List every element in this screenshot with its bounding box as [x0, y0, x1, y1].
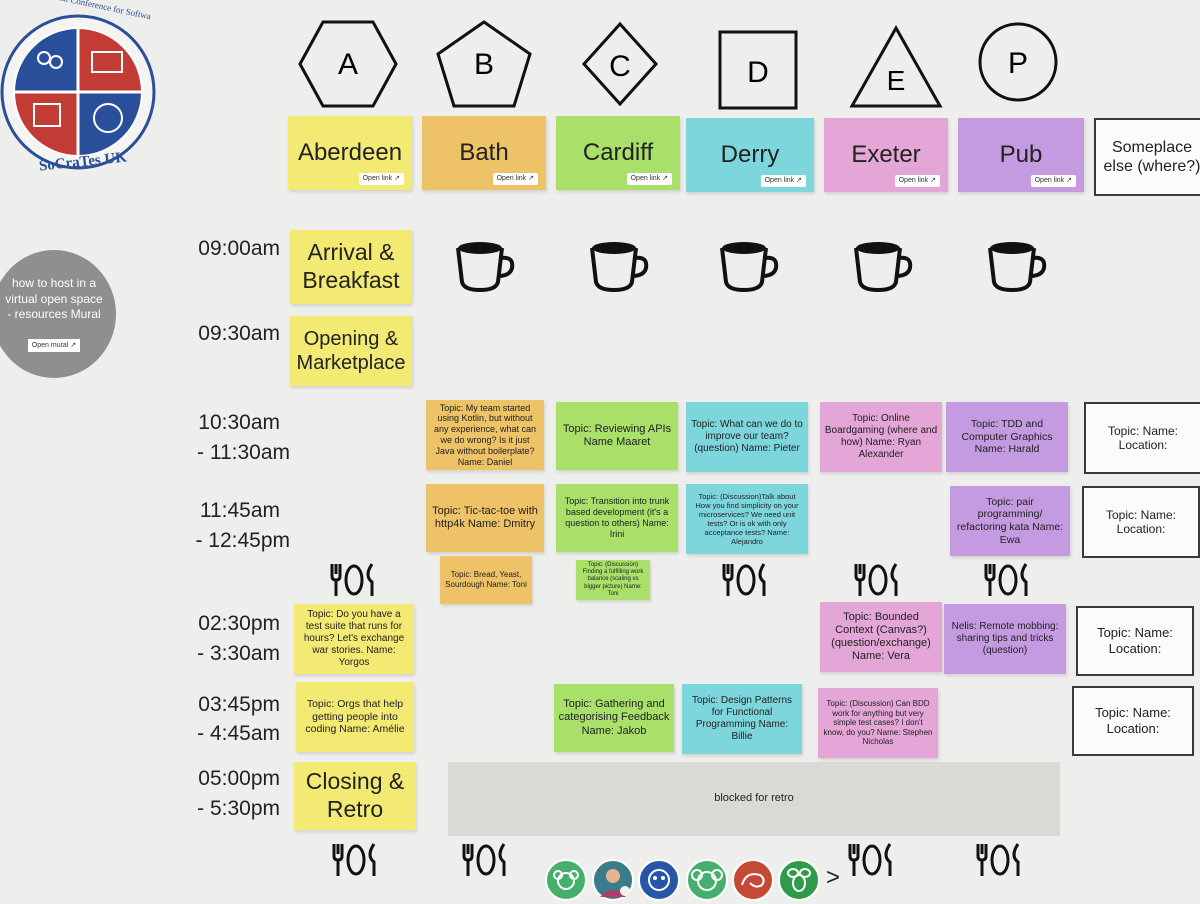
- session-else-1030[interactable]: Topic: Name: Location:: [1084, 402, 1200, 474]
- session-cardiff-0345[interactable]: Topic: Gathering and categorising Feedba…: [554, 684, 674, 752]
- time-0345: 03:45pm: [198, 693, 280, 716]
- socrates-logo: International Conference for Software Cr…: [0, 0, 160, 190]
- fork-knife-icon: [844, 842, 900, 883]
- time-0445: - 4:45am: [197, 722, 280, 745]
- collaborator-avatar-bee-icon[interactable]: [778, 859, 820, 901]
- room-b-pentagon-icon: B: [434, 18, 534, 110]
- room-derry[interactable]: Derry Open link ↗: [686, 118, 814, 192]
- session-aberdeen-0345[interactable]: Topic: Orgs that help getting people int…: [296, 682, 414, 752]
- help-text: how to host in a virtual open space - re…: [5, 276, 103, 322]
- coffee-cup-icon: [454, 238, 518, 299]
- room-p-circle-icon: P: [972, 18, 1072, 110]
- collaborator-avatar-monkey-icon[interactable]: [638, 859, 680, 901]
- room-someplace-else[interactable]: Someplace else (where?): [1094, 118, 1200, 196]
- collaborator-avatar-ram-icon[interactable]: [545, 859, 587, 901]
- time-0900: 09:00am: [198, 237, 280, 260]
- open-mural-button[interactable]: Open mural ↗: [27, 338, 81, 352]
- arrival-breakfast-note[interactable]: Arrival & Breakfast: [290, 230, 412, 304]
- shape-letter-d: D: [747, 56, 769, 89]
- room-name: Aberdeen: [297, 138, 403, 166]
- coffee-cup-icon: [852, 238, 916, 299]
- open-link-button[interactable]: Open link ↗: [1030, 174, 1076, 187]
- coffee-cup-icon: [718, 238, 782, 299]
- time-0330: - 3:30am: [197, 642, 280, 665]
- session-cardiff-1145[interactable]: Topic: Transition into trunk based devel…: [556, 484, 678, 552]
- fork-knife-icon: [458, 842, 514, 883]
- room-name: Derry: [720, 140, 780, 168]
- room-bath[interactable]: Bath Open link ↗: [422, 116, 546, 190]
- closing-retro-note[interactable]: Closing & Retro: [294, 762, 416, 830]
- session-pub-0230[interactable]: Nelis: Remote mobbing: sharing tips and …: [944, 604, 1066, 674]
- collaborator-avatar-chameleon-icon[interactable]: [732, 859, 774, 901]
- room-c-diamond-icon: C: [570, 18, 670, 110]
- fork-knife-icon: [850, 562, 906, 603]
- collaborator-avatar-koala-icon[interactable]: [686, 859, 728, 901]
- open-link-button[interactable]: Open link ↗: [626, 172, 672, 185]
- room-name: Exeter: [851, 140, 921, 168]
- session-bath-1030[interactable]: Topic: My team started using Kotlin, but…: [426, 400, 544, 470]
- room-cardiff[interactable]: Cardiff Open link ↗: [556, 116, 680, 190]
- time-0500: 05:00pm: [198, 767, 280, 790]
- session-cardiff-lunch[interactable]: Topic: (Discussion) Finding a fulfilling…: [576, 560, 650, 600]
- session-derry-0345[interactable]: Topic: Design Patterns for Functional Pr…: [682, 684, 802, 754]
- session-derry-1145[interactable]: Topic: (Discussion)Talk about How you fi…: [686, 484, 808, 554]
- time-1130: - 11:30am: [197, 441, 290, 464]
- session-derry-1030[interactable]: Topic: What can we do to improve our tea…: [686, 402, 808, 472]
- room-name: Cardiff: [582, 138, 654, 166]
- shape-letter-p: P: [1008, 47, 1028, 80]
- session-else-0230[interactable]: Topic: Name: Location:: [1076, 606, 1194, 676]
- fork-knife-icon: [980, 562, 1036, 603]
- time-1145: 11:45am: [199, 499, 280, 522]
- room-e-triangle-icon: E: [846, 18, 946, 110]
- time-1030: 10:30am: [198, 411, 280, 434]
- fork-knife-icon: [326, 562, 382, 603]
- open-link-button[interactable]: Open link ↗: [492, 172, 538, 185]
- session-cardiff-1030[interactable]: Topic: Reviewing APIs Name Maaret: [556, 402, 678, 470]
- room-a-hexagon-icon: A: [298, 18, 398, 110]
- time-1245: - 12:45pm: [195, 529, 290, 552]
- fork-knife-icon: [328, 842, 384, 883]
- room-aberdeen[interactable]: Aberdeen Open link ↗: [288, 116, 412, 190]
- shape-letter-b: B: [474, 48, 494, 81]
- open-link-button[interactable]: Open link ↗: [760, 174, 806, 187]
- room-exeter[interactable]: Exeter Open link ↗: [824, 118, 948, 192]
- session-else-0345[interactable]: Topic: Name: Location:: [1072, 686, 1194, 756]
- open-link-button[interactable]: Open link ↗: [358, 172, 404, 185]
- session-exeter-1030[interactable]: Topic: Online Boardgaming (where and how…: [820, 402, 942, 472]
- coffee-cup-icon: [588, 238, 652, 299]
- session-pub-1030[interactable]: Topic: TDD and Computer Graphics Name: H…: [946, 402, 1068, 472]
- shape-letter-c: C: [609, 50, 631, 83]
- opening-marketplace-note[interactable]: Opening & Marketplace: [290, 316, 412, 386]
- session-exeter-0345[interactable]: Topic: (Discussion) Can BDD work for any…: [818, 688, 938, 758]
- time-0230: 02:30pm: [198, 612, 280, 635]
- shape-letter-e: E: [887, 65, 906, 96]
- time-0930: 09:30am: [198, 322, 280, 345]
- session-pub-1145[interactable]: Topic: pair programming/ refactoring kat…: [950, 486, 1070, 556]
- room-pub[interactable]: Pub Open link ↗: [958, 118, 1084, 192]
- fork-knife-icon: [972, 842, 1028, 883]
- time-0530: - 5:30pm: [197, 797, 280, 820]
- fork-knife-icon: [718, 562, 774, 603]
- coffee-cup-icon: [986, 238, 1050, 299]
- room-name: Someplace else (where?): [1103, 138, 1200, 175]
- blocked-for-retro-area: blocked for retro: [448, 762, 1060, 836]
- host-resources-circle[interactable]: how to host in a virtual open space - re…: [0, 250, 116, 378]
- collaborator-avatar-photo[interactable]: [592, 859, 634, 901]
- room-name: Bath: [459, 138, 509, 166]
- session-exeter-0230[interactable]: Topic: Bounded Context (Canvas?) (questi…: [820, 602, 942, 672]
- session-else-1145[interactable]: Topic: Name: Location:: [1082, 486, 1200, 558]
- room-d-square-icon: D: [712, 28, 804, 112]
- session-bath-1145[interactable]: Topic: Tic-tac-toe with http4k Name: Dmi…: [426, 484, 544, 552]
- shape-letter-a: A: [338, 48, 358, 81]
- more-collaborators-chevron-icon[interactable]: >: [826, 864, 840, 892]
- session-aberdeen-0230[interactable]: Topic: Do you have a test suite that run…: [294, 604, 414, 674]
- open-link-button[interactable]: Open link ↗: [894, 174, 940, 187]
- room-name: Pub: [999, 140, 1043, 168]
- session-bath-lunch[interactable]: Topic: Bread, Yeast, Sourdough Name: Ton…: [440, 556, 532, 604]
